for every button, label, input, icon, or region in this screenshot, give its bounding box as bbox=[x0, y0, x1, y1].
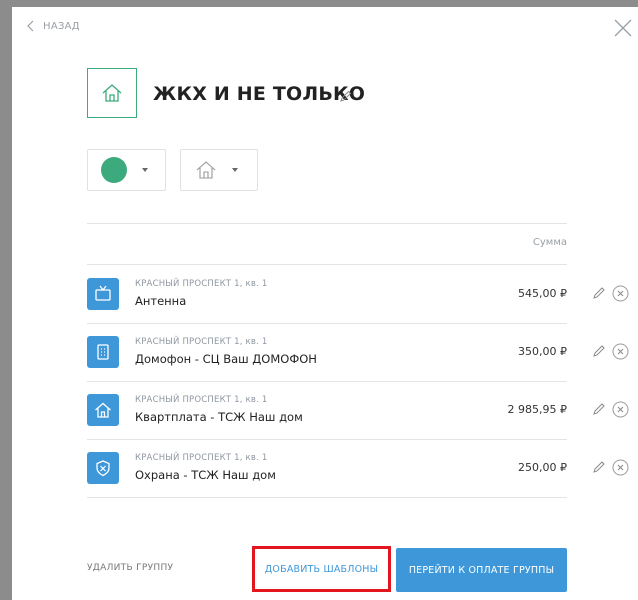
row-name: Домофон - СЦ Ваш ДОМОФОН bbox=[135, 352, 317, 366]
category-icon-box bbox=[87, 452, 119, 484]
category-icon-box bbox=[87, 394, 119, 426]
group-title: ЖКХ И НЕ ТОЛЬКО bbox=[153, 83, 366, 105]
close-icon[interactable] bbox=[614, 19, 632, 37]
row-amount: 2 985,95 ₽ bbox=[507, 403, 567, 416]
pencil-icon[interactable] bbox=[592, 460, 606, 474]
row-address: КРАСНЫЙ ПРОСПЕКТ 1, кв. 1 bbox=[135, 279, 268, 289]
back-label: НАЗАД bbox=[43, 20, 80, 32]
pencil-icon[interactable] bbox=[592, 286, 606, 300]
template-row[interactable]: КРАСНЫЙ ПРОСПЕКТ 1, кв. 1 Домофон - СЦ В… bbox=[87, 323, 629, 381]
divider bbox=[87, 223, 567, 224]
row-address: КРАСНЫЙ ПРОСПЕКТ 1, кв. 1 bbox=[135, 395, 268, 405]
remove-circle-icon[interactable] bbox=[612, 459, 629, 476]
remove-circle-icon[interactable] bbox=[612, 285, 629, 302]
template-row[interactable]: КРАСНЫЙ ПРОСПЕКТ 1, кв. 1 Антенна 545,00… bbox=[87, 265, 629, 323]
row-address: КРАСНЫЙ ПРОСПЕКТ 1, кв. 1 bbox=[135, 337, 268, 347]
remove-circle-icon[interactable] bbox=[612, 401, 629, 418]
shield-icon bbox=[96, 460, 110, 477]
chevron-left-icon bbox=[27, 20, 34, 32]
caret-down-icon bbox=[142, 168, 148, 172]
pencil-icon[interactable] bbox=[592, 402, 606, 416]
house-icon bbox=[102, 84, 122, 102]
group-edit-panel: НАЗАД ЖКХ И НЕ ТОЛЬКО Сумма КРАСНЫЙ ПРОС… bbox=[12, 7, 638, 600]
color-select[interactable] bbox=[87, 149, 166, 191]
row-address: КРАСНЫЙ ПРОСПЕКТ 1, кв. 1 bbox=[135, 453, 268, 463]
row-amount: 250,00 ₽ bbox=[518, 461, 567, 474]
back-link[interactable]: НАЗАД bbox=[27, 18, 80, 34]
add-templates-button[interactable]: ДОБАВИТЬ ШАБЛОНЫ bbox=[265, 564, 378, 575]
pencil-icon[interactable] bbox=[592, 344, 606, 358]
row-name: Антенна bbox=[135, 294, 187, 308]
icon-select[interactable] bbox=[180, 149, 258, 191]
row-name: Квартплата - ТСЖ Наш дом bbox=[135, 410, 303, 424]
row-amount: 545,00 ₽ bbox=[518, 287, 567, 300]
delete-group-button[interactable]: УДАЛИТЬ ГРУППУ bbox=[87, 563, 173, 573]
house-icon bbox=[196, 161, 216, 179]
pay-group-button[interactable]: ПЕРЕЙТИ К ОПЛАТЕ ГРУППЫ bbox=[396, 548, 567, 592]
pencil-icon[interactable] bbox=[339, 90, 352, 103]
color-swatch bbox=[101, 157, 127, 183]
template-row[interactable]: КРАСНЫЙ ПРОСПЕКТ 1, кв. 1 Квартплата - Т… bbox=[87, 381, 629, 439]
group-icon-box bbox=[87, 68, 137, 118]
tv-icon bbox=[95, 285, 111, 301]
row-name: Охрана - ТСЖ Наш дом bbox=[135, 468, 276, 482]
highlight-frame: ДОБАВИТЬ ШАБЛОНЫ bbox=[252, 546, 391, 592]
category-icon-box bbox=[87, 278, 119, 310]
intercom-icon bbox=[97, 344, 109, 360]
template-row[interactable]: КРАСНЫЙ ПРОСПЕКТ 1, кв. 1 Охрана - ТСЖ Н… bbox=[87, 439, 629, 497]
divider bbox=[87, 497, 567, 498]
caret-down-icon bbox=[232, 168, 238, 172]
house-icon bbox=[95, 402, 111, 418]
remove-circle-icon[interactable] bbox=[612, 343, 629, 360]
category-icon-box bbox=[87, 336, 119, 368]
row-amount: 350,00 ₽ bbox=[518, 345, 567, 358]
sum-column-header: Сумма bbox=[532, 237, 567, 248]
